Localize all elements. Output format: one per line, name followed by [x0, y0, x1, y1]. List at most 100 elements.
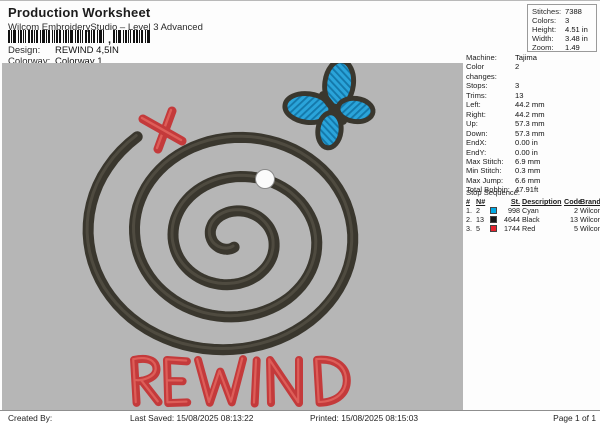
info-label: Down:	[466, 129, 515, 138]
stop-row-num: 1.	[466, 206, 476, 215]
info-value: 44.2 mm	[515, 110, 545, 119]
info-value: 2	[515, 62, 519, 81]
stat-value: 3.48 in	[565, 34, 588, 43]
jump-point-marker	[256, 170, 275, 189]
info-label: Max Jump:	[466, 176, 515, 185]
info-row: Trims:13	[463, 91, 600, 100]
barcode-separator: ,	[108, 36, 111, 44]
info-value: 3	[515, 81, 519, 90]
info-value: 6.6 mm	[515, 176, 540, 185]
stop-row-brand: Wilcom	[580, 215, 600, 224]
page-number: Page 1 of 1	[553, 413, 596, 423]
stop-row-stitches: 1744	[502, 224, 522, 233]
thread-swatch-cell	[490, 216, 502, 223]
info-label: Stops:	[466, 81, 515, 90]
thread-swatch-cell	[490, 207, 502, 214]
info-label: EndY:	[466, 148, 515, 157]
info-row: Down:57.3 mm	[463, 129, 600, 138]
letter-n	[269, 359, 299, 403]
info-value: 57.3 mm	[515, 119, 545, 128]
stop-row-description: Red	[522, 224, 564, 233]
stop-row-code: 2	[564, 206, 580, 215]
stop-row-code: 5	[564, 224, 580, 233]
spiral-stitch-graphic	[87, 136, 353, 350]
info-label: Left:	[466, 100, 515, 109]
rewind-lettering	[133, 358, 347, 404]
info-label: EndX:	[466, 138, 515, 147]
design-value: REWIND 4,5IN	[55, 45, 119, 56]
info-row: Up:57.3 mm	[463, 119, 600, 128]
info-label: Color changes:	[466, 62, 515, 81]
stop-sequence-table: #N#St.DescriptionCodeBrand1.2998Cyan2Wil…	[466, 197, 598, 233]
info-label: Trims:	[466, 91, 515, 100]
info-label: Machine:	[466, 53, 515, 62]
stop-sequence-header: #	[466, 197, 476, 206]
info-label: Up:	[466, 119, 515, 128]
stop-row-brand: Wilcom	[580, 206, 600, 215]
stat-label: Stitches:	[532, 7, 565, 16]
design-canvas	[2, 63, 463, 411]
info-row: Stops:3	[463, 81, 600, 90]
design-barcode: ,	[8, 30, 151, 44]
printed-label: Printed: 15/08/2025 08:15:03	[310, 413, 418, 423]
page-title: Production Worksheet	[8, 5, 150, 20]
stop-row-description: Black	[522, 215, 564, 224]
stat-row: Height:4.51 in	[532, 25, 596, 34]
last-saved-label: Last Saved: 15/08/2025 08:13:22	[130, 413, 253, 423]
info-row: Max Jump:6.6 mm	[463, 176, 600, 185]
stats-box: Stitches:7388Colors:3Height:4.51 inWidth…	[527, 4, 597, 52]
info-value: 44.2 mm	[515, 100, 545, 109]
info-row: Color changes:2	[463, 62, 600, 81]
stat-label: Width:	[532, 34, 565, 43]
stop-sequence-header: Description	[522, 197, 564, 206]
thread-swatch	[490, 225, 497, 232]
info-value: 13	[515, 91, 523, 100]
info-value: Tajima	[515, 53, 537, 62]
stat-label: Colors:	[532, 16, 565, 25]
stat-row: Colors:3	[532, 16, 596, 25]
info-row: EndX:0.00 in	[463, 138, 600, 147]
stat-value: 7388	[565, 7, 582, 16]
info-value: 0.3 mm	[515, 166, 540, 175]
info-value: 57.3 mm	[515, 129, 545, 138]
stop-row-num: 3.	[466, 224, 476, 233]
stop-row-stitches: 4644	[502, 215, 522, 224]
stop-row-code: 13	[564, 215, 580, 224]
created-by-label: Created By:	[8, 413, 52, 423]
stat-value: 1.49	[565, 43, 580, 52]
stop-row-needle: 2	[476, 206, 490, 215]
info-value: 0.00 in	[515, 148, 538, 157]
barcode-icon	[113, 30, 151, 44]
stat-value: 4.51 in	[565, 25, 588, 34]
info-label: Max Stitch:	[466, 157, 515, 166]
info-row: Left:44.2 mm	[463, 100, 600, 109]
stop-sequence-header: Code	[564, 197, 580, 206]
stop-row-needle: 5	[476, 224, 490, 233]
info-value: 0.00 in	[515, 138, 538, 147]
thread-swatch	[490, 216, 497, 223]
stat-row: Zoom:1.49	[532, 43, 596, 52]
info-value: 6.9 mm	[515, 157, 540, 166]
letter-i	[250, 359, 261, 403]
stop-sequence-header: N#	[476, 197, 490, 206]
x-mark-graphic	[142, 110, 182, 149]
letter-w	[197, 358, 244, 403]
stop-row-description: Cyan	[522, 206, 564, 215]
barcode-icon	[8, 30, 106, 44]
info-row: Right:44.2 mm	[463, 110, 600, 119]
stop-sequence-header: St.	[502, 197, 522, 206]
stop-row-num: 2.	[466, 215, 476, 224]
info-row: EndY:0.00 in	[463, 148, 600, 157]
stop-row-stitches: 998	[502, 206, 522, 215]
stat-row: Width:3.48 in	[532, 34, 596, 43]
production-worksheet-page: Production Worksheet Wilcom EmbroiderySt…	[0, 0, 600, 424]
stop-row-brand: Wilcom	[580, 224, 600, 233]
design-name-row: Design: REWIND 4,5IN	[8, 45, 119, 56]
stop-sequence-header: Brand	[580, 197, 600, 206]
info-row: Machine:Tajima	[463, 53, 600, 62]
machine-info-panel: Machine:TajimaColor changes:2Stops:3Trim…	[463, 53, 600, 195]
letter-d	[316, 358, 347, 403]
info-label: Right:	[466, 110, 515, 119]
thread-swatch-cell	[490, 225, 502, 232]
stat-label: Height:	[532, 25, 565, 34]
